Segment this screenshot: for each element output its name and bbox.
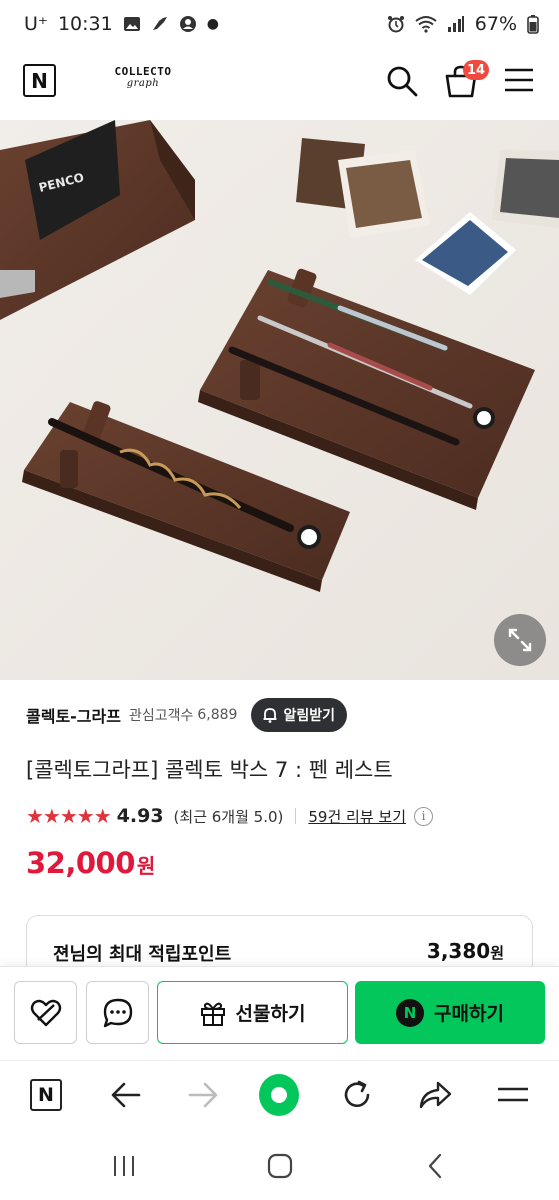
home-circle-button[interactable]	[259, 1074, 299, 1116]
logo-letter: N	[31, 68, 48, 93]
gift-label: 선물하기	[235, 1003, 306, 1025]
rating-value: 4.93	[116, 805, 164, 827]
battery-icon	[527, 15, 539, 34]
rating-stars: ★★★★★	[26, 804, 112, 828]
review-link[interactable]: 59건 리뷰 보기	[308, 806, 406, 827]
recent-apps-button[interactable]	[104, 1150, 144, 1182]
follower-count: 6,889	[197, 707, 238, 723]
gallery-icon	[123, 17, 140, 31]
back-arrow-icon	[111, 1082, 141, 1108]
price-row: 32,000 원	[26, 846, 155, 880]
buy-label: 구매하기	[434, 1003, 504, 1025]
naver-pay-icon: N	[396, 998, 425, 1027]
points-value: 3,380원	[427, 939, 504, 963]
browser-menu-button[interactable]	[493, 1075, 533, 1115]
system-home-button[interactable]	[260, 1150, 300, 1182]
purchase-action-bar: 선물하기 N 구매하기	[0, 966, 559, 1060]
price-unit: 원	[136, 854, 156, 878]
chat-button[interactable]	[86, 981, 149, 1044]
buy-button[interactable]: N 구매하기	[355, 981, 545, 1044]
account-icon	[179, 16, 196, 32]
system-back-button[interactable]	[416, 1150, 456, 1182]
bird-icon	[152, 17, 167, 30]
back-icon	[428, 1153, 442, 1179]
points-unit: 원	[490, 944, 504, 962]
dot-icon: ●	[206, 16, 219, 32]
signal-icon	[447, 16, 464, 32]
brand-sub: graph	[126, 78, 160, 89]
seller-name[interactable]: 콜렉토-그라프	[26, 703, 121, 727]
wifi-icon	[415, 16, 437, 33]
product-title: [콜렉토그라프] 콜렉토 박스 7 : 펜 레스트	[26, 758, 393, 782]
alarm-icon	[387, 16, 404, 33]
browser-nav: N	[0, 1060, 559, 1130]
naver-home-icon: N	[30, 1079, 62, 1111]
forward-arrow-icon	[188, 1082, 218, 1108]
status-left: U⁺ 10:31 ●	[24, 13, 219, 35]
info-icon[interactable]: i	[414, 806, 434, 826]
search-icon[interactable]	[386, 65, 418, 97]
system-nav	[0, 1130, 559, 1200]
app-header: N COLLECTO graph 14	[0, 48, 559, 120]
clock: 10:31	[57, 13, 113, 35]
product-image[interactable]: PENCO	[0, 120, 559, 680]
bell-plus-icon	[263, 708, 277, 723]
status-bar: U⁺ 10:31 ● 67%	[0, 0, 559, 48]
points-amount: 3,380	[426, 939, 491, 963]
product-photo: PENCO	[0, 120, 559, 680]
follower-label: 관심고객수	[128, 708, 194, 724]
seller-row: 콜렉토-그라프 관심고객수 6,889 알림받기	[26, 697, 347, 733]
wishlist-icon	[30, 999, 61, 1026]
rating-recent: (최근 6개월 5.0)	[173, 807, 284, 826]
forward-button[interactable]	[183, 1075, 223, 1115]
notify-button[interactable]: 알림받기	[251, 698, 347, 732]
home-icon	[267, 1153, 293, 1179]
brand-logo[interactable]: COLLECTO graph	[108, 66, 178, 90]
recent-apps-icon	[114, 1156, 134, 1176]
price: 32,000	[26, 846, 135, 880]
chat-icon	[103, 998, 132, 1027]
gift-icon	[200, 1002, 225, 1026]
share-icon	[419, 1081, 452, 1109]
notify-label: 알림받기	[283, 708, 335, 724]
expand-icon	[508, 628, 532, 652]
points-label: 젼님의 최대 적립포인트	[53, 944, 232, 965]
status-right: 67%	[387, 13, 539, 35]
naver-logo-icon[interactable]: N	[23, 64, 56, 97]
home-circle-icon	[259, 1074, 299, 1116]
brand-name: COLLECTO	[114, 65, 172, 78]
refresh-button[interactable]	[337, 1075, 377, 1115]
refresh-icon	[344, 1080, 370, 1108]
back-button[interactable]	[106, 1075, 146, 1115]
menu-icon[interactable]	[504, 67, 534, 93]
naver-home-button[interactable]: N	[26, 1075, 66, 1115]
expand-button[interactable]	[494, 614, 546, 666]
wishlist-button[interactable]	[14, 981, 77, 1044]
share-button[interactable]	[415, 1075, 455, 1115]
carrier-label: U⁺	[24, 13, 48, 35]
menu-icon	[498, 1087, 528, 1102]
gift-button[interactable]: 선물하기	[157, 981, 348, 1044]
cart-count-badge: 14	[463, 60, 490, 80]
rating-row: ★★★★★ 4.93 (최근 6개월 5.0) 59건 리뷰 보기 i	[26, 802, 434, 830]
rating-divider	[295, 808, 297, 824]
battery-percent: 67%	[474, 13, 517, 35]
browser-logo-letter: N	[38, 1084, 54, 1106]
